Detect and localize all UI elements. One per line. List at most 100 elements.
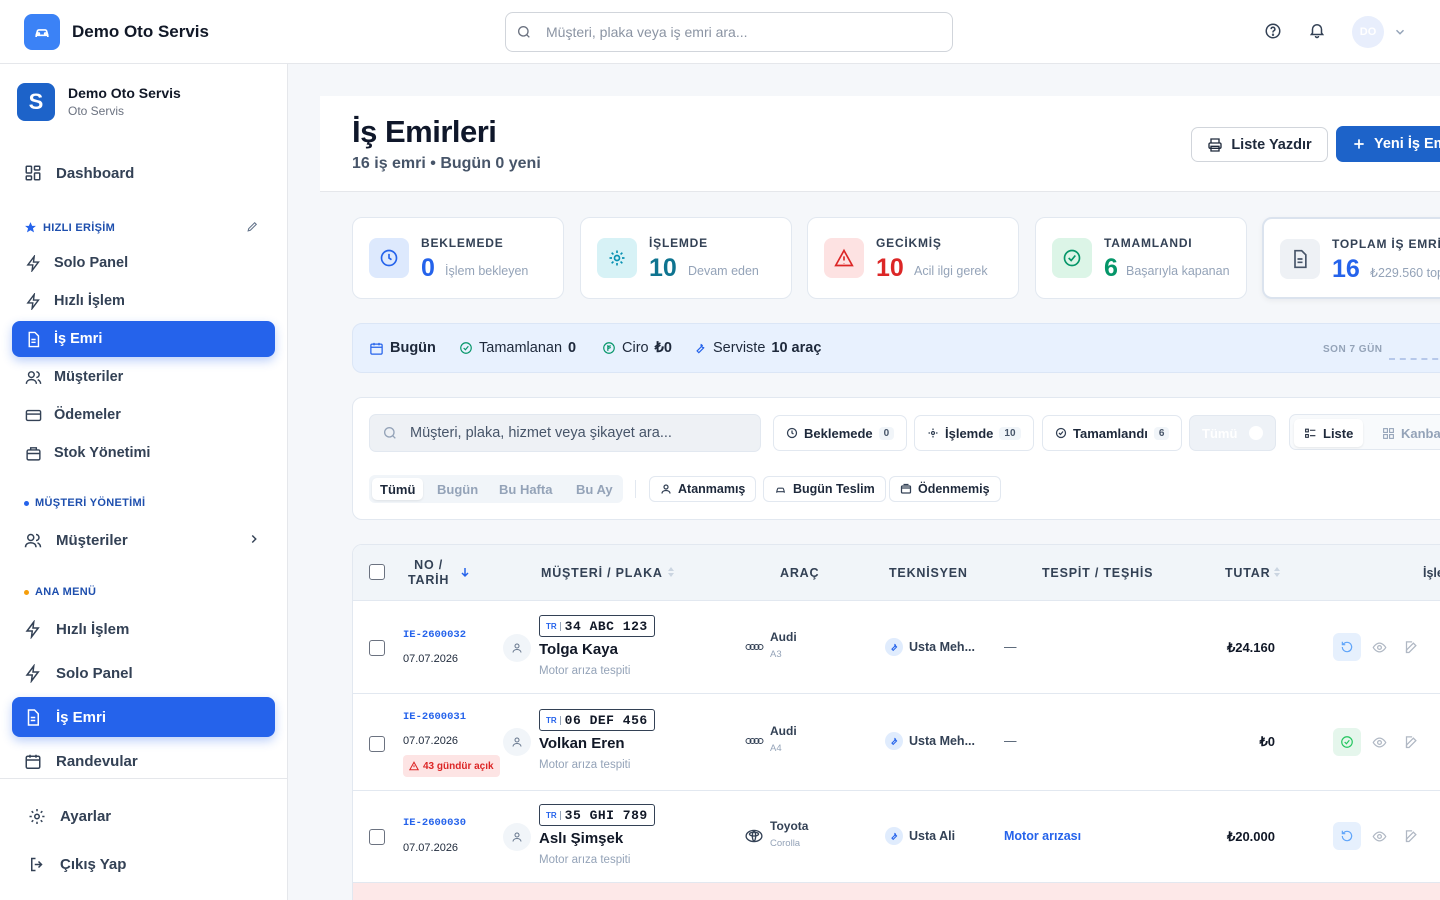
sidebar-item-quick-action-main[interactable]: Hızlı İşlem xyxy=(12,609,275,649)
kanban-grid-icon xyxy=(1382,427,1395,440)
sidebar-item-appointments[interactable]: Randevular xyxy=(12,741,275,781)
top-bar: Demo Oto Servis DO xyxy=(0,0,1440,64)
help-icon[interactable] xyxy=(1264,22,1282,40)
today-label: Bugün xyxy=(369,340,436,356)
today-in-service: Serviste 10 araç xyxy=(693,340,821,356)
filter-unassigned[interactable]: Atanmamış xyxy=(649,476,757,502)
company-type: Oto Servis xyxy=(68,104,125,118)
stat-card-completed[interactable]: TAMAMLANDI 6 Başarıyla kapanan xyxy=(1035,217,1247,299)
edit-icon[interactable] xyxy=(1404,829,1419,844)
sidebar-item-solo-panel-main[interactable]: Solo Panel xyxy=(12,653,275,693)
eye-icon[interactable] xyxy=(1372,735,1387,750)
amount: ₺20.000 xyxy=(1226,829,1275,844)
filter-search[interactable] xyxy=(369,414,761,452)
license-plate: TR 06 DEF 456 xyxy=(539,709,655,731)
work-order-no[interactable]: IE-2600031 xyxy=(403,711,466,723)
filter-chip-in-progress[interactable]: İşlemde 10 xyxy=(914,415,1034,451)
filter-chip-all-toggle[interactable]: Tümü xyxy=(1189,415,1276,451)
sidebar-item-payments[interactable]: Ödemeler xyxy=(12,397,275,433)
edit-pencil-icon[interactable] xyxy=(246,220,259,233)
status-cycle-button[interactable] xyxy=(1333,633,1361,661)
row-checkbox[interactable] xyxy=(369,640,385,656)
table-row[interactable]: IE-2600031 07.07.2026 43 gündür açık TR … xyxy=(353,694,1440,791)
filter-search-input[interactable] xyxy=(410,415,750,451)
sidebar-divider xyxy=(0,778,288,779)
work-order-no[interactable]: IE-2600030 xyxy=(403,817,466,829)
eye-icon[interactable] xyxy=(1372,640,1387,655)
table-row[interactable] xyxy=(353,883,1440,900)
list-icon xyxy=(1304,427,1317,440)
customer-name[interactable]: Aslı Şimşek xyxy=(539,830,623,847)
stat-card-waiting[interactable]: BEKLEMEDE 0 İşlem bekleyen xyxy=(352,217,564,299)
global-search[interactable] xyxy=(505,12,953,52)
column-amount[interactable]: TUTAR xyxy=(1225,566,1270,580)
gear-icon xyxy=(927,427,939,439)
sidebar-item-logout[interactable]: Çıkış Yap xyxy=(12,844,275,884)
customer-avatar xyxy=(503,728,531,756)
sidebar-item-work-order-main[interactable]: İş Emri xyxy=(12,697,275,737)
table-row[interactable]: IE-2600032 07.07.2026 TR 34 ABC 123 Tolg… xyxy=(353,601,1440,694)
sidebar-item-dashboard[interactable]: Dashboard xyxy=(12,153,275,193)
period-segmented-control: Tümü Bugün Bu Hafta Bu Ay xyxy=(369,475,623,503)
sidebar-item-customers[interactable]: Müşteriler xyxy=(12,359,275,395)
amount: ₺24.160 xyxy=(1226,640,1275,655)
edit-icon[interactable] xyxy=(1404,640,1419,655)
sidebar-item-quick-action[interactable]: Hızlı İşlem xyxy=(12,283,275,319)
chevron-down-icon[interactable] xyxy=(1393,25,1407,39)
bell-icon[interactable] xyxy=(1308,21,1326,39)
sort-icon[interactable] xyxy=(1273,567,1281,577)
filter-chip-waiting[interactable]: Beklemede 0 xyxy=(773,415,908,451)
sidebar-item-work-order[interactable]: İş Emri xyxy=(12,321,275,357)
column-no-date[interactable]: NO / TARİH xyxy=(408,558,449,588)
customer-name[interactable]: Volkan Eren xyxy=(539,735,625,752)
dashboard-grid-icon xyxy=(24,164,42,182)
stat-card-in-progress[interactable]: İŞLEMDE 10 Devam eden xyxy=(580,217,792,299)
period-this-month[interactable]: Bu Ay xyxy=(568,478,621,500)
check-circle-icon xyxy=(459,341,473,355)
coin-icon xyxy=(602,341,616,355)
select-all-checkbox[interactable] xyxy=(369,564,385,580)
sort-down-arrow-icon[interactable] xyxy=(459,566,471,578)
view-kanban-button[interactable]: Kanban xyxy=(1372,419,1440,447)
edit-icon[interactable] xyxy=(1404,735,1419,750)
user-avatar[interactable]: DO xyxy=(1352,16,1384,48)
stat-card-overdue[interactable]: GECİKMİŞ 10 Acil ilgi gerek xyxy=(807,217,1019,299)
sidebar-item-customers-group[interactable]: Müşteriler xyxy=(12,520,275,560)
filter-due-today[interactable]: Bugün Teslim xyxy=(763,476,886,502)
credit-card-icon xyxy=(24,406,42,424)
sidebar-item-stock[interactable]: Stok Yönetimi xyxy=(12,435,275,471)
company-name: Demo Oto Servis xyxy=(68,85,181,101)
status-cycle-button[interactable] xyxy=(1333,822,1361,850)
star-icon xyxy=(24,221,37,234)
calendar-icon xyxy=(369,341,384,356)
filter-unpaid[interactable]: Ödenmemiş xyxy=(889,476,1001,502)
search-icon xyxy=(382,425,398,441)
warning-triangle-icon xyxy=(824,238,864,278)
view-switcher: Liste Kanban xyxy=(1289,414,1440,450)
car-logo-icon[interactable] xyxy=(24,14,60,50)
eye-icon[interactable] xyxy=(1372,829,1387,844)
vehicle-model: A4 xyxy=(770,743,782,754)
view-list-button[interactable]: Liste xyxy=(1294,419,1364,447)
sort-icon[interactable] xyxy=(667,567,675,577)
lightning-icon xyxy=(24,292,42,310)
table-row[interactable]: IE-2600030 07.07.2026 TR 35 GHI 789 Aslı… xyxy=(353,791,1440,883)
period-this-week[interactable]: Bu Hafta xyxy=(491,478,560,500)
stat-card-total[interactable]: TOPLAM İŞ EMRİ 16 ₺229.560 toplam xyxy=(1262,217,1440,299)
global-search-input[interactable] xyxy=(546,13,946,51)
filter-chip-completed[interactable]: Tamamlandı 6 xyxy=(1042,415,1183,451)
section-quick-access: HIZLI ERİŞİM xyxy=(24,221,115,234)
period-all[interactable]: Tümü xyxy=(372,478,424,500)
work-order-no[interactable]: IE-2600032 xyxy=(403,629,466,641)
customer-name[interactable]: Tolga Kaya xyxy=(539,641,618,658)
sidebar-item-settings[interactable]: Ayarlar xyxy=(12,796,275,836)
row-checkbox[interactable] xyxy=(369,736,385,752)
diagnosis[interactable]: Motor arızası xyxy=(1004,829,1081,843)
period-today[interactable]: Bugün xyxy=(429,478,486,500)
row-checkbox[interactable] xyxy=(369,829,385,845)
toggle-switch[interactable] xyxy=(1249,426,1263,440)
column-customer-plate[interactable]: MÜŞTERİ / PLAKA xyxy=(541,566,663,580)
user-icon xyxy=(660,483,672,495)
sidebar-item-solo-panel[interactable]: Solo Panel xyxy=(12,245,275,281)
complete-button[interactable] xyxy=(1333,728,1361,756)
